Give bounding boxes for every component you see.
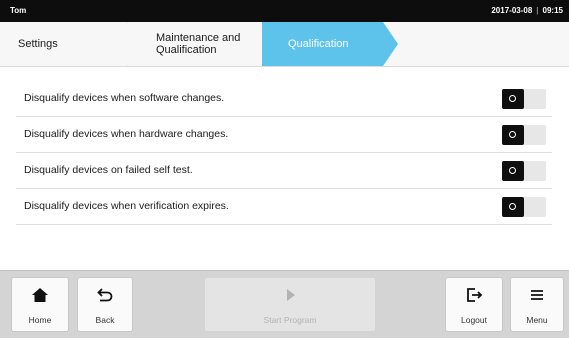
separator: | bbox=[536, 6, 539, 15]
back-label: Back bbox=[95, 315, 115, 325]
logout-button[interactable]: Logout bbox=[446, 278, 502, 331]
breadcrumb-maintenance[interactable]: Maintenance and Qualification bbox=[127, 22, 272, 66]
toggle-switch-verification[interactable] bbox=[502, 197, 546, 217]
setting-label: Disqualify devices when software changes… bbox=[24, 92, 225, 104]
home-button[interactable]: Home bbox=[12, 278, 68, 331]
breadcrumb-maintenance-label: Maintenance and Qualification bbox=[156, 32, 241, 56]
settings-panel: Disqualify devices when software changes… bbox=[8, 72, 560, 262]
home-label: Home bbox=[28, 315, 52, 325]
breadcrumb-settings-label: Settings bbox=[18, 38, 58, 50]
toggle-switch-software[interactable] bbox=[502, 89, 546, 109]
date-time: 2017-03-08 | 09:15 bbox=[491, 6, 563, 15]
toggle-switch-hardware[interactable] bbox=[502, 125, 546, 145]
setting-row-verification: Disqualify devices when verification exp… bbox=[16, 188, 552, 225]
time: 09:15 bbox=[542, 6, 563, 15]
toggle-knob bbox=[502, 161, 524, 181]
breadcrumb-settings[interactable]: Settings bbox=[0, 22, 140, 66]
setting-label: Disqualify devices when hardware changes… bbox=[24, 128, 229, 140]
back-arrow-icon bbox=[78, 286, 132, 304]
setting-row-self-test: Disqualify devices on failed self test. bbox=[16, 152, 552, 189]
date: 2017-03-08 bbox=[491, 6, 533, 15]
toggle-switch-self-test[interactable] bbox=[502, 161, 546, 181]
toggle-knob bbox=[502, 125, 524, 145]
breadcrumb-qualification-label: Qualification bbox=[288, 38, 349, 50]
back-button[interactable]: Back bbox=[78, 278, 132, 331]
toggle-knob bbox=[502, 89, 524, 109]
breadcrumb-qualification[interactable]: Qualification bbox=[262, 22, 398, 66]
logout-icon bbox=[446, 286, 502, 304]
logout-label: Logout bbox=[461, 315, 487, 325]
setting-row-software: Disqualify devices when software changes… bbox=[16, 80, 552, 117]
status-bar: Tom 2017-03-08 | 09:15 bbox=[0, 0, 569, 22]
start-program-button[interactable]: Start Program bbox=[205, 278, 375, 331]
play-icon bbox=[205, 286, 375, 304]
menu-label: Menu bbox=[526, 315, 548, 325]
setting-row-hardware: Disqualify devices when hardware changes… bbox=[16, 116, 552, 153]
start-program-label: Start Program bbox=[263, 315, 317, 325]
menu-icon bbox=[511, 286, 563, 304]
setting-label: Disqualify devices when verification exp… bbox=[24, 200, 229, 212]
user-name: Tom bbox=[10, 6, 27, 15]
bottom-toolbar: Home Back Start Program Logout Menu bbox=[0, 270, 569, 338]
breadcrumb: Settings Maintenance and Qualification Q… bbox=[0, 22, 569, 67]
menu-button[interactable]: Menu bbox=[511, 278, 563, 331]
setting-label: Disqualify devices on failed self test. bbox=[24, 164, 193, 176]
toggle-knob bbox=[502, 197, 524, 217]
home-icon bbox=[12, 286, 68, 304]
